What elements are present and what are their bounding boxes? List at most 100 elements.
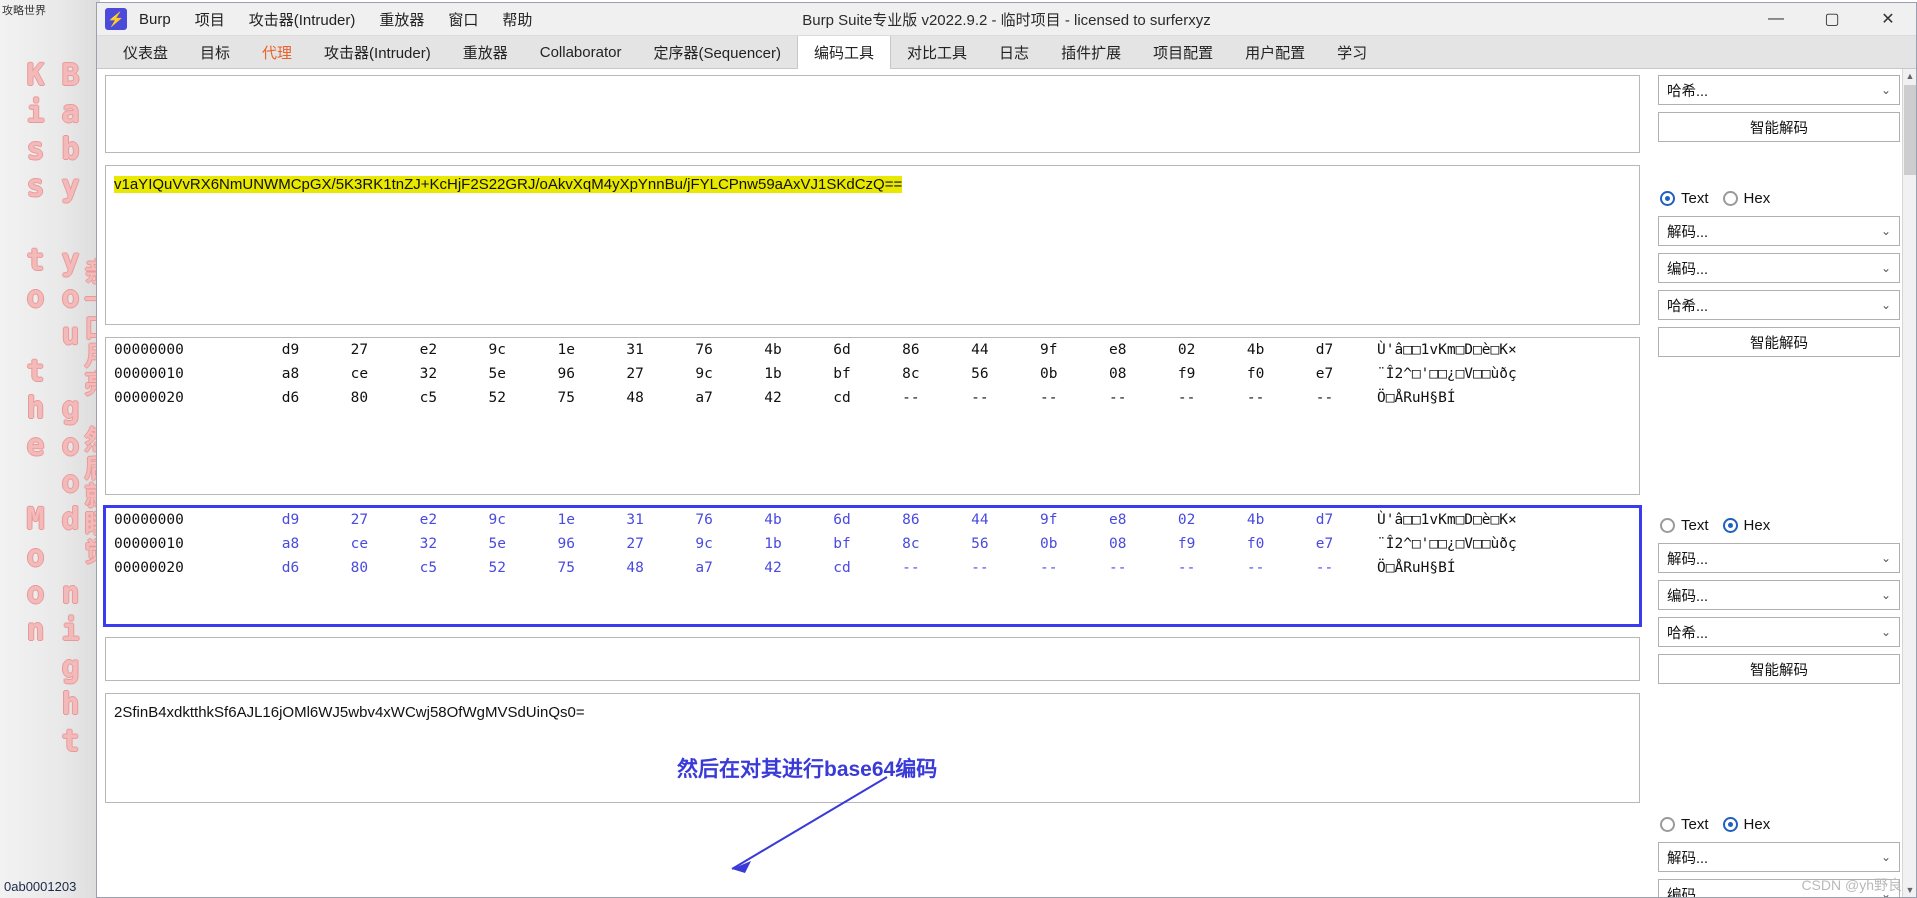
menu-item-window[interactable]: 窗口 xyxy=(436,7,490,32)
hexdump-byte[interactable]: 4b xyxy=(739,508,808,532)
hexdump-byte[interactable]: 9c xyxy=(463,338,532,362)
chevron-down-icon[interactable]: ⌄ xyxy=(1881,261,1891,275)
hexdump-byte[interactable]: 52 xyxy=(463,556,532,580)
hexdump-byte[interactable]: 44 xyxy=(945,338,1014,362)
vertical-scrollbar[interactable]: ▲ ▼ xyxy=(1902,69,1916,897)
hexdump-byte[interactable]: -- xyxy=(1290,386,1359,410)
radio-text-icon[interactable] xyxy=(1660,817,1675,832)
tab-user-options[interactable]: 用户配置 xyxy=(1229,36,1321,68)
hexdump-byte[interactable]: -- xyxy=(1221,386,1290,410)
tab-target[interactable]: 目标 xyxy=(184,36,246,68)
hexdump-byte[interactable]: 8c xyxy=(876,362,945,386)
menu-item-help[interactable]: 帮助 xyxy=(490,7,544,32)
radio-hex[interactable]: Hex xyxy=(1722,816,1770,833)
hexdump-byte[interactable]: 76 xyxy=(670,508,739,532)
chevron-down-icon[interactable]: ⌄ xyxy=(1881,224,1891,238)
menu-item-burp[interactable]: Burp xyxy=(127,9,183,30)
hexdump-byte[interactable]: c5 xyxy=(394,386,463,410)
radio-hex-icon[interactable] xyxy=(1722,817,1738,832)
tab-logger[interactable]: 日志 xyxy=(983,36,1045,68)
hexdump-byte[interactable]: 8c xyxy=(876,532,945,556)
scroll-down-icon[interactable]: ▼ xyxy=(1903,883,1916,897)
radio-hex-icon[interactable] xyxy=(1722,191,1738,206)
hexdump-byte[interactable]: 52 xyxy=(463,386,532,410)
hexdump-byte[interactable]: 75 xyxy=(532,556,601,580)
hexdump-byte[interactable]: 31 xyxy=(601,338,670,362)
hexdump-byte[interactable]: 1b xyxy=(739,532,808,556)
hexdump-byte[interactable]: -- xyxy=(1014,556,1083,580)
tab-dashboard[interactable]: 仪表盘 xyxy=(107,36,184,68)
hexdump-byte[interactable]: 86 xyxy=(876,338,945,362)
chevron-down-icon[interactable]: ⌄ xyxy=(1881,298,1891,312)
decoder-pane-2-hexdump[interactable]: 00000000 d9 27 e2 9c 1e 31 76 4b 6d 86 44 9f e8 02 4b d7… xyxy=(105,337,1640,495)
hexdump-byte[interactable]: bf xyxy=(808,362,877,386)
hexdump-row[interactable]: 00000010 a8 ce 32 5e 96 27 9c 1b bf 8c 56 0b 08 f9 f0 e7… xyxy=(106,362,1639,386)
hexdump-byte[interactable]: -- xyxy=(1152,556,1221,580)
tab-learn[interactable]: 学习 xyxy=(1321,36,1383,68)
hexdump-byte[interactable]: 6d xyxy=(808,338,877,362)
tab-intruder[interactable]: 攻击器(Intruder) xyxy=(308,36,447,68)
hexdump-byte[interactable]: 4b xyxy=(1221,338,1290,362)
hexdump-byte[interactable]: 96 xyxy=(532,362,601,386)
hexdump-byte[interactable]: 86 xyxy=(876,508,945,532)
hexdump-byte[interactable]: bf xyxy=(808,532,877,556)
hexdump-byte[interactable]: -- xyxy=(1290,556,1359,580)
hexdump-byte[interactable]: cd xyxy=(808,556,877,580)
hexdump-row[interactable]: 00000010 a8 ce 32 5e 96 27 9c 1b bf 8c 56 0b 08 f9 f0 e7… xyxy=(106,532,1639,556)
decoder-pane-0-text[interactable] xyxy=(106,76,1639,94)
hexdump-byte[interactable]: 9c xyxy=(670,532,739,556)
tab-decoder[interactable]: 编码工具 xyxy=(797,36,892,69)
smart-decode-button[interactable]: 智能解码 xyxy=(1658,112,1900,142)
chevron-down-icon[interactable]: ⌄ xyxy=(1881,625,1891,639)
hexdump-byte[interactable]: 27 xyxy=(601,362,670,386)
decoder-pane-1[interactable]: v1aYIQuVvRX6NmUNWMCpGX/5K3RK1tnZJ+KcHjF2… xyxy=(105,165,1640,325)
hexdump-byte[interactable]: 08 xyxy=(1083,362,1152,386)
tab-extensions[interactable]: 插件扩展 xyxy=(1045,36,1137,68)
hexdump-byte[interactable]: -- xyxy=(1014,386,1083,410)
hexdump-byte[interactable]: 08 xyxy=(1083,532,1152,556)
chevron-down-icon[interactable]: ⌄ xyxy=(1881,850,1891,864)
radio-hex[interactable]: Hex xyxy=(1722,517,1770,534)
hexdump-byte[interactable]: -- xyxy=(1221,556,1290,580)
tab-sequencer[interactable]: 定序器(Sequencer) xyxy=(637,36,797,68)
tab-proxy[interactable]: 代理 xyxy=(246,36,308,68)
hexdump-byte[interactable]: 31 xyxy=(601,508,670,532)
dropdown-decode[interactable]: 解码... ⌄ xyxy=(1658,216,1900,246)
hexdump-byte[interactable]: f0 xyxy=(1221,362,1290,386)
minimize-button[interactable]: — xyxy=(1748,3,1804,35)
scroll-up-icon[interactable]: ▲ xyxy=(1903,69,1916,83)
hexdump-byte[interactable]: c5 xyxy=(394,556,463,580)
hexdump-byte[interactable]: 27 xyxy=(325,508,394,532)
maximize-button[interactable]: ▢ xyxy=(1804,3,1860,35)
dropdown-hash[interactable]: 哈希... ⌄ xyxy=(1658,290,1900,320)
hexdump-byte[interactable]: 0b xyxy=(1014,532,1083,556)
hexdump-byte[interactable]: cd xyxy=(808,386,877,410)
dropdown-hash[interactable]: 哈希... ⌄ xyxy=(1658,617,1900,647)
hexdump-byte[interactable]: 1b xyxy=(739,362,808,386)
hexdump-row[interactable]: 00000000 d9 27 e2 9c 1e 31 76 4b 6d 86 44 9f e8 02 4b d7… xyxy=(106,508,1639,532)
hexdump-byte[interactable]: d9 xyxy=(256,508,325,532)
hexdump-byte[interactable]: 76 xyxy=(670,338,739,362)
tab-collaborator[interactable]: Collaborator xyxy=(524,36,638,68)
hexdump-row[interactable]: 00000000 d9 27 e2 9c 1e 31 76 4b 6d 86 44 9f e8 02 4b d7… xyxy=(106,338,1639,362)
decoder-pane-5-text[interactable]: 2SfinB4xdktthkSf6AJL16jOMl6WJ5wbv4xWCwj5… xyxy=(106,694,1639,732)
hexdump-byte[interactable]: 9c xyxy=(670,362,739,386)
hexdump-byte[interactable]: 27 xyxy=(601,532,670,556)
hexdump-byte[interactable]: 1e xyxy=(532,508,601,532)
hexdump-byte[interactable]: -- xyxy=(945,556,1014,580)
hexdump-byte[interactable]: 27 xyxy=(325,338,394,362)
radio-hex-icon[interactable] xyxy=(1722,518,1738,533)
hexdump-byte[interactable]: 02 xyxy=(1152,508,1221,532)
hexdump-byte[interactable]: d7 xyxy=(1290,508,1359,532)
hexdump-byte[interactable]: 02 xyxy=(1152,338,1221,362)
hexdump-byte[interactable]: 6d xyxy=(808,508,877,532)
menu-item-project[interactable]: 项目 xyxy=(183,7,237,32)
decoder-pane-0[interactable] xyxy=(105,75,1640,153)
hexdump-byte[interactable]: f9 xyxy=(1152,362,1221,386)
dropdown-decode[interactable]: 解码... ⌄ xyxy=(1658,842,1900,872)
hexdump-byte[interactable]: 44 xyxy=(945,508,1014,532)
hexdump-byte[interactable]: -- xyxy=(945,386,1014,410)
dropdown-hash[interactable]: 哈希... ⌄ xyxy=(1658,75,1900,105)
hexdump-byte[interactable]: d7 xyxy=(1290,338,1359,362)
hexdump-byte[interactable]: e2 xyxy=(394,338,463,362)
